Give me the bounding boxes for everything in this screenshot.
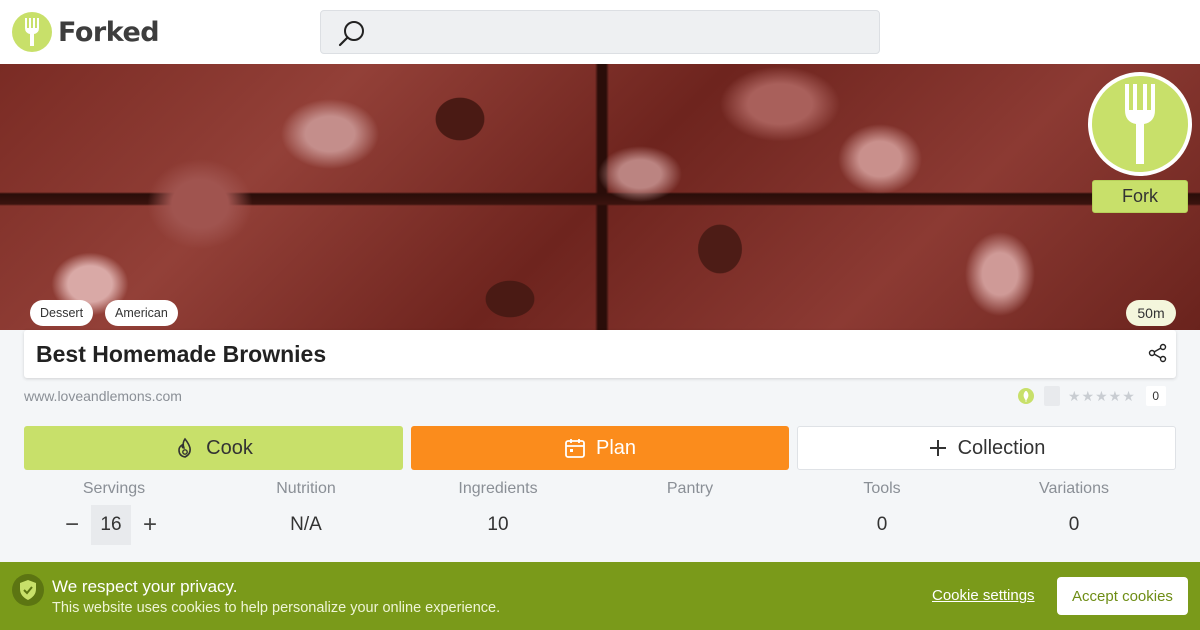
title-bar: Best Homemade Brownies [24,330,1176,378]
cookie-settings-link[interactable]: Cookie settings [932,587,1035,604]
fork-icon [1092,76,1188,172]
servings-stepper[interactable]: − 16 + [56,505,176,545]
flame-icon [178,437,192,458]
ingredients-value: 10 [487,514,509,535]
servings-value[interactable]: 16 [91,505,131,545]
plan-label: Plan [595,436,637,459]
cookie-banner: We respect your privacy. This website us… [0,562,1200,630]
rating-placeholder [1044,386,1060,406]
tools-label: Tools [863,480,901,497]
recipe-title: Best Homemade Brownies [36,341,327,367]
stat-variations[interactable]: Variations 0 [984,480,1164,538]
servings-increment-button[interactable]: + [134,505,166,545]
ingredients-label: Ingredients [458,480,538,497]
source-link[interactable]: www.loveandlemons.com [24,388,182,404]
fork-badge[interactable] [1088,72,1192,176]
cookie-title: We respect your privacy. [52,577,238,596]
servings-label: Servings [82,480,146,497]
cookie-text: This website uses cookies to help person… [52,600,501,616]
rating: ★★★★★ 0 [1018,386,1166,406]
logo-text: Forked [58,16,160,48]
tag-dessert[interactable]: Dessert [30,300,94,326]
accept-cookies-button[interactable]: Accept cookies [1057,577,1188,615]
recipe-hero-image [0,64,1200,330]
search-icon [338,21,364,47]
stat-pantry[interactable]: Pantry [600,480,780,538]
pantry-label: Pantry [666,480,714,497]
stat-servings: Servings [24,480,204,500]
pantry-value [600,514,780,538]
servings-decrement-button[interactable]: − [56,505,88,545]
plan-button[interactable]: Plan [411,426,789,470]
tools-value: 0 [876,514,888,535]
cook-label: Cook [206,436,253,459]
nutrition-value: N/A [290,514,322,535]
cook-button[interactable]: Cook [24,426,403,470]
collection-label: Collection [957,436,1046,459]
stat-nutrition[interactable]: Nutrition N/A [216,480,396,538]
nutrition-label: Nutrition [276,480,336,497]
fork-button[interactable]: Fork [1092,180,1188,213]
rating-count: 0 [1145,386,1166,406]
leaf-icon [1018,388,1034,404]
search-input[interactable] [320,10,880,54]
share-icon[interactable] [1148,343,1168,363]
plus-icon [929,440,946,456]
header: Forked [0,0,1200,64]
calendar-icon [565,439,585,458]
logo[interactable]: Forked [12,12,160,52]
star-rating-icon[interactable]: ★★★★★ [1068,388,1136,405]
variations-label: Variations [1039,480,1109,497]
stat-ingredients[interactable]: Ingredients 10 [408,480,588,538]
variations-value: 0 [1068,514,1080,535]
stat-tools[interactable]: Tools 0 [792,480,972,538]
collection-button[interactable]: Collection [797,426,1176,470]
shield-check-icon [12,574,44,606]
fork-logo-icon [12,12,52,52]
tag-american[interactable]: American [105,300,178,326]
time-badge: 50m [1126,300,1176,326]
